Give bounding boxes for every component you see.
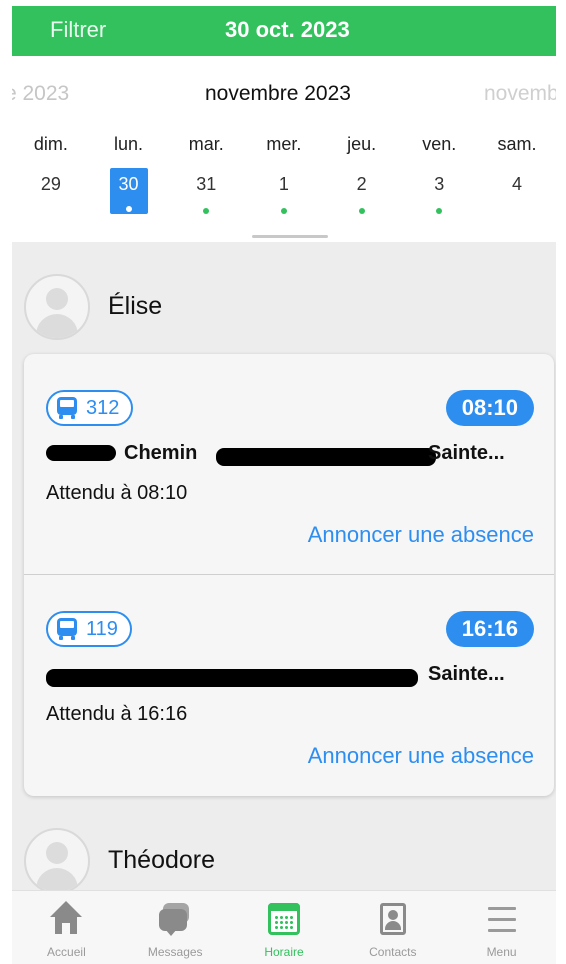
date-number: 2 xyxy=(356,174,367,194)
address-city: Sainte... xyxy=(428,442,505,464)
filter-button[interactable]: Filtrer xyxy=(50,17,106,43)
next-month-label[interactable]: novemb xyxy=(484,82,556,106)
schedule-list: Élise 312 08:10 Chemin Sainte... Attendu… xyxy=(12,242,556,890)
avatar-body xyxy=(36,868,78,890)
child-name: Théodore xyxy=(108,846,216,874)
tab-accueil[interactable]: Accueil xyxy=(12,891,121,964)
trips-card: 312 08:10 Chemin Sainte... Attendu à 08:… xyxy=(24,354,554,796)
bus-icon xyxy=(56,397,78,419)
event-dot xyxy=(203,208,210,214)
tab-label: Messages xyxy=(147,945,203,959)
week-calendar: re 2023 novembre 2023 novemb dim. lun. m… xyxy=(12,56,556,242)
bottom-tab-bar: Accueil Messages Horaire Contacts Menu xyxy=(12,890,556,964)
date-cell[interactable]: 29 xyxy=(12,166,90,222)
date-cell[interactable]: 1 xyxy=(245,166,323,222)
avatar-head xyxy=(46,288,68,310)
prev-month-label[interactable]: re 2023 xyxy=(12,82,122,106)
date-cell[interactable]: 3 xyxy=(400,166,478,222)
date-number: 31 xyxy=(196,174,217,194)
bus-icon xyxy=(56,618,78,640)
weekday-label: sam. xyxy=(497,134,537,154)
avatar xyxy=(24,828,90,890)
report-absence-link[interactable]: Annoncer une absence xyxy=(308,743,534,769)
stop-address: Chemin Sainte... xyxy=(46,442,536,470)
event-dot xyxy=(358,208,365,214)
tab-label: Menu xyxy=(486,945,517,959)
date-cell[interactable]: 31 xyxy=(167,166,245,222)
child-name: Élise xyxy=(108,292,163,320)
weekday-label: jeu. xyxy=(347,134,377,154)
tab-label: Accueil xyxy=(47,945,86,959)
month-strip: re 2023 novembre 2023 novemb xyxy=(12,82,556,108)
date-cell-selected[interactable]: 30 xyxy=(90,166,168,222)
date-row: 29 30 31 1 2 3 4 xyxy=(12,166,556,222)
date-number: 29 xyxy=(40,174,61,194)
avatar-head xyxy=(46,842,68,864)
date-number: 30 xyxy=(118,174,139,194)
bus-number: 119 xyxy=(86,617,118,640)
avatar-body xyxy=(36,314,78,338)
home-icon xyxy=(48,901,84,937)
header-bar: Filtrer 30 oct. 2023 xyxy=(12,6,556,56)
calendar-icon xyxy=(266,901,302,937)
trip-item: 119 16:16 Sainte... Attendu à 16:16 Anno… xyxy=(24,574,554,794)
address-city: Sainte... xyxy=(428,663,505,685)
bus-route-badge: 312 xyxy=(46,390,134,426)
date-number: 1 xyxy=(278,174,289,194)
tab-contacts[interactable]: Contacts xyxy=(338,891,447,964)
address-redaction xyxy=(216,448,436,466)
event-dot xyxy=(436,208,443,214)
expected-time-text: Attendu à 08:10 xyxy=(46,482,188,504)
weekday-label: lun. xyxy=(114,134,144,154)
child-header: Élise xyxy=(24,274,544,340)
address-redaction xyxy=(46,669,418,687)
weekday-label: dim. xyxy=(33,134,68,154)
tab-messages[interactable]: Messages xyxy=(121,891,230,964)
avatar xyxy=(24,274,90,340)
messages-icon xyxy=(157,901,193,937)
date-number: 3 xyxy=(434,174,445,194)
pickup-time-badge: 16:16 xyxy=(445,611,534,647)
contacts-icon xyxy=(375,901,411,937)
report-absence-link[interactable]: Annoncer une absence xyxy=(308,522,534,548)
address-redacted-number xyxy=(46,442,116,465)
child-header: Théodore xyxy=(24,828,544,890)
bus-number: 312 xyxy=(86,396,120,419)
weekday-header: dim. lun. mar. mer. jeu. ven. sam. xyxy=(12,134,556,155)
bus-route-badge: 119 xyxy=(46,611,132,647)
tab-label: Contacts xyxy=(369,945,417,959)
drag-handle[interactable] xyxy=(252,235,328,238)
event-dot xyxy=(280,208,287,214)
pickup-time-badge: 08:10 xyxy=(445,390,534,426)
tab-horaire[interactable]: Horaire xyxy=(230,891,339,964)
weekday-label: mar. xyxy=(188,134,224,154)
tab-label: Horaire xyxy=(264,945,304,959)
date-cell[interactable]: 4 xyxy=(478,166,556,222)
trip-item: 312 08:10 Chemin Sainte... Attendu à 08:… xyxy=(24,354,554,574)
tab-menu[interactable]: Menu xyxy=(447,891,556,964)
weekday-label: ven. xyxy=(422,134,457,154)
stop-address: Sainte... xyxy=(46,663,536,691)
current-date-title[interactable]: 30 oct. 2023 xyxy=(225,17,350,43)
address-street: Chemin xyxy=(124,442,198,464)
expected-time-text: Attendu à 16:16 xyxy=(46,703,188,725)
weekday-label: mer. xyxy=(266,134,302,154)
date-number: 4 xyxy=(511,174,522,194)
menu-icon xyxy=(484,901,520,937)
date-cell[interactable]: 2 xyxy=(323,166,401,222)
current-month-label: novembre 2023 xyxy=(205,82,351,105)
event-dot xyxy=(125,206,132,212)
